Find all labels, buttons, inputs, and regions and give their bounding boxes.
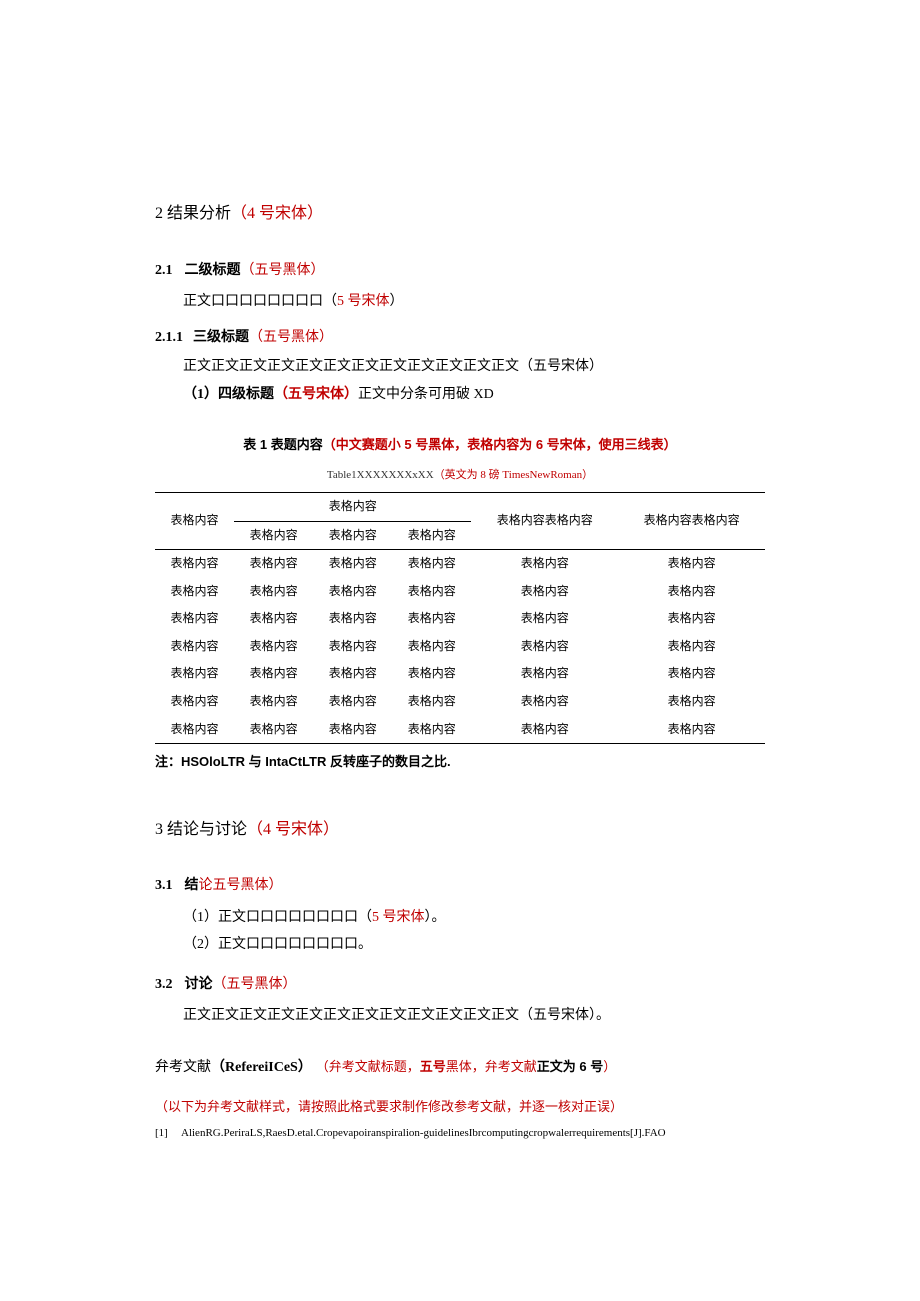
col-head-6: 表格内容表格内容 — [618, 492, 765, 549]
table-title-en: Table1XXXXXXXxXX（英文为 8 磅 TimesNewRoman） — [155, 466, 765, 486]
col-head-5: 表格内容表格内容 — [471, 492, 618, 549]
table-row: 表格内容表格内容表格内容表格内容表格内容表格内容 — [155, 660, 765, 688]
table-row: 表格内容表格内容表格内容表格内容表格内容表格内容 — [155, 716, 765, 744]
heading-3-1-text-b: 论五号黑体） — [199, 876, 283, 892]
table-body: 表格内容表格内容表格内容表格内容表格内容表格内容 表格内容表格内容表格内容表格内… — [155, 550, 765, 744]
heading-2-1-1: 2.1.1 三级标题（五号黑体） — [155, 324, 765, 350]
reference-num: [1] — [155, 1124, 181, 1144]
references-note: （以下为弁考文献样式，请按照此格式要求制作修改参考文献，并逐一核对正误） — [155, 1095, 765, 1118]
body-text-2-1: 正文口口口口口口口口（5 号宋体） — [155, 289, 765, 314]
body-text-3-2: 正文正文正文正文正文正文正文正文正文正文正文正文（五号宋体）。 — [155, 1003, 765, 1028]
body-text-level4: （1）四级标题（五号宋体）正文中分条可用破 XD — [155, 382, 765, 407]
section-3-num: 3 — [155, 821, 163, 838]
heading-2-1-1-text: 三级标题 — [193, 328, 249, 344]
table-header-row-1: 表格内容 表格内容 表格内容表格内容 表格内容表格内容 — [155, 492, 765, 521]
section-3-text: 结论与讨论 — [163, 821, 247, 838]
sub-head-2: 表格内容 — [313, 521, 392, 550]
col-head-1: 表格内容 — [155, 492, 234, 549]
section-2-num: 2 — [155, 205, 163, 222]
section-3-hint: （4 号宋体） — [247, 821, 339, 838]
reference-text: AlienRG.PeriraLS,RaesD.etal.Cropevapoira… — [181, 1127, 666, 1139]
sub-head-3: 表格内容 — [392, 521, 471, 550]
table-title-cn: 表 1 表题内容（中文赛题小 5 号黑体，表格内容为 6 号宋体，使用三线表） — [155, 433, 765, 456]
section-2-heading: 2 结果分析（4 号宋体） — [155, 200, 765, 229]
heading-3-1: 3.1 结论五号黑体） — [155, 872, 765, 898]
heading-3-1-num: 3.1 — [155, 878, 173, 893]
heading-2-1-hint: （五号黑体） — [241, 261, 325, 277]
heading-2-1-1-hint: （五号黑体） — [249, 328, 333, 344]
table-row: 表格内容表格内容表格内容表格内容表格内容表格内容 — [155, 605, 765, 633]
table-row: 表格内容表格内容表格内容表格内容表格内容表格内容 — [155, 633, 765, 661]
references-heading: 弁考文献（RefereiICeS） （弁考文献标题，五号黑体，弁考文献正文为 6… — [155, 1054, 765, 1080]
heading-3-1-text-a: 结 — [185, 876, 199, 892]
body-text-3-1-2: （2）正文口口口口口口口口。 — [155, 932, 765, 957]
sub-head-1: 表格内容 — [234, 521, 313, 550]
heading-3-2-num: 3.2 — [155, 977, 173, 992]
body-text-2-1-1: 正文正文正文正文正文正文正文正文正文正文正文正文（五号宋体） — [155, 354, 765, 379]
heading-3-2-hint: （五号黑体） — [213, 975, 297, 991]
table-note: 注：HSOloLTR 与 IntaCtLTR 反转座子的数目之比. — [155, 750, 765, 773]
section-3-heading: 3 结论与讨论（4 号宋体） — [155, 816, 765, 845]
heading-3-2: 3.2 讨论（五号黑体） — [155, 971, 765, 997]
body-text-3-1-1: （1）正文口口口口口口口口（5 号宋体）。 — [155, 905, 765, 930]
heading-2-1-text: 二级标题 — [185, 261, 241, 277]
table-row: 表格内容表格内容表格内容表格内容表格内容表格内容 — [155, 550, 765, 578]
reference-item-1: [1]AlienRG.PeriraLS,RaesD.etal.Cropevapo… — [155, 1124, 765, 1144]
heading-2-1: 2.1 二级标题（五号黑体） — [155, 257, 765, 283]
section-2-hint: （4 号宋体） — [231, 205, 323, 222]
data-table: 表格内容 表格内容 表格内容表格内容 表格内容表格内容 表格内容 表格内容 表格… — [155, 492, 765, 744]
table-row: 表格内容表格内容表格内容表格内容表格内容表格内容 — [155, 688, 765, 716]
section-2-text: 结果分析 — [163, 205, 231, 222]
table-row: 表格内容表格内容表格内容表格内容表格内容表格内容 — [155, 578, 765, 606]
heading-3-2-text: 讨论 — [185, 975, 213, 991]
col-group-head: 表格内容 — [234, 492, 471, 521]
heading-2-1-1-num: 2.1.1 — [155, 330, 183, 345]
heading-2-1-num: 2.1 — [155, 263, 173, 278]
